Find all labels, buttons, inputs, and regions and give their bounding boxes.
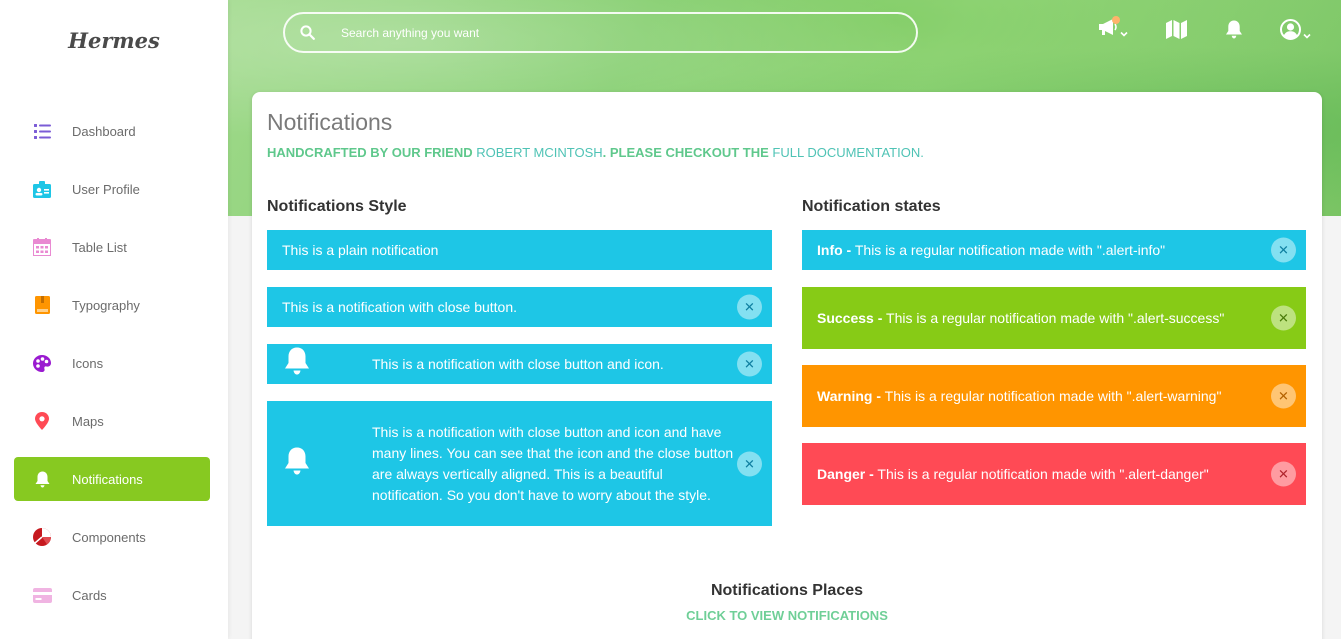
- alert-danger: Danger - This is a regular notification …: [802, 443, 1306, 505]
- alert-success: Success - This is a regular notification…: [802, 287, 1306, 349]
- sidebar-item-dashboard[interactable]: Dashboard: [14, 109, 210, 153]
- sidebar-item-table-list[interactable]: Table List: [14, 225, 210, 269]
- alert-with-close: This is a notification with close button…: [267, 287, 772, 327]
- sidebar-item-icons[interactable]: Icons: [14, 341, 210, 385]
- alert-message: This is a regular notification made with…: [882, 309, 1225, 326]
- alert-label: Info -: [817, 241, 852, 258]
- close-button[interactable]: ✕: [737, 351, 762, 377]
- section-title-styles: Notifications Style: [267, 198, 407, 215]
- alert-text: This is a notification with close button…: [282, 298, 518, 315]
- view-notifications-link[interactable]: CLICK TO VIEW NOTIFICATIONS: [252, 608, 1322, 623]
- chevron-down-icon: [1120, 31, 1128, 37]
- pin-icon: [14, 412, 72, 430]
- sidebar-item-components[interactable]: Components: [14, 515, 210, 559]
- documentation-link[interactable]: FULL DOCUMENTATION.: [772, 145, 923, 160]
- alert-message: This is a regular notification made with…: [873, 465, 1209, 482]
- section-title-places: Notifications Places: [710, 582, 864, 599]
- alert-text: This is a notification with close button…: [372, 423, 734, 503]
- page-subtitle: HANDCRAFTED BY OUR FRIEND ROBERT MCINTOS…: [267, 145, 924, 160]
- bell-icon: [284, 347, 310, 382]
- id-card-icon: [14, 180, 72, 198]
- close-button[interactable]: ✕: [737, 451, 762, 476]
- close-button[interactable]: ✕: [1271, 383, 1296, 409]
- sidebar-item-label: Cards: [72, 587, 107, 603]
- alert-text: This is a plain notification: [282, 241, 439, 258]
- section-title-states: Notification states: [802, 198, 941, 215]
- palette-icon: [14, 354, 72, 372]
- list-icon: [14, 123, 72, 139]
- bell-icon: [1225, 20, 1243, 44]
- sidebar-item-label: Icons: [72, 355, 104, 371]
- brand-logo[interactable]: Hermes: [0, 28, 228, 53]
- alert-warning: Warning - This is a regular notification…: [802, 365, 1306, 427]
- sidebar-item-label: Components: [72, 529, 146, 545]
- alert-message: This is a regular notification made with…: [881, 387, 1222, 404]
- alert-label: Danger -: [817, 465, 874, 482]
- calendar-icon: [14, 238, 72, 256]
- pie-chart-icon: [14, 528, 72, 546]
- alert-text: Info - This is a regular notification ma…: [802, 240, 1242, 261]
- sidebar-item-label: Maps: [72, 413, 104, 429]
- alert-label: Success -: [817, 309, 883, 326]
- notifications-card: Notifications HANDCRAFTED BY OUR FRIEND …: [252, 92, 1322, 639]
- alert-text: Success - This is a regular notification…: [802, 308, 1232, 329]
- search-icon: [285, 25, 329, 40]
- alert-with-icon: This is a notification with close button…: [267, 344, 772, 384]
- map-icon: [1166, 20, 1187, 44]
- sidebar-item-label: Typography: [72, 297, 140, 313]
- author-link[interactable]: ROBERT MCINTOSH: [476, 145, 602, 160]
- user-menu[interactable]: [1280, 19, 1311, 45]
- notification-badge: [1112, 16, 1120, 24]
- close-button[interactable]: ✕: [1271, 237, 1296, 263]
- alert-label: Warning -: [817, 387, 882, 404]
- sidebar-item-label: User Profile: [72, 181, 140, 197]
- megaphone-dropdown[interactable]: [1097, 16, 1128, 41]
- alert-info: Info - This is a regular notification ma…: [802, 230, 1306, 270]
- bell-icon: [284, 446, 310, 481]
- bell-icon: [14, 471, 72, 488]
- map-button[interactable]: [1166, 20, 1187, 44]
- alert-multiline: This is a notification with close button…: [267, 401, 772, 526]
- close-button[interactable]: ✕: [1271, 461, 1296, 487]
- close-button[interactable]: ✕: [1271, 305, 1296, 331]
- megaphone-icon: [1097, 16, 1120, 41]
- alert-text: Danger - This is a regular notification …: [802, 464, 1232, 485]
- sidebar-item-label: Dashboard: [72, 123, 136, 139]
- chevron-down-icon: [1303, 33, 1311, 39]
- search-bar[interactable]: [283, 12, 918, 53]
- alert-text: This is a notification with close button…: [372, 355, 664, 372]
- sidebar: Hermes Dashboard User Profile Table List…: [0, 0, 228, 639]
- subtitle-text: . PLEASE CHECKOUT THE: [602, 145, 769, 160]
- sidebar-item-typography[interactable]: Typography: [14, 283, 210, 327]
- user-icon: [1280, 19, 1301, 45]
- sidebar-item-maps[interactable]: Maps: [14, 399, 210, 443]
- subtitle-text: HANDCRAFTED BY OUR FRIEND: [267, 145, 473, 160]
- close-button[interactable]: ✕: [737, 294, 762, 320]
- bell-button[interactable]: [1225, 20, 1243, 44]
- alert-plain: This is a plain notification: [267, 230, 772, 270]
- sidebar-item-label: Table List: [72, 239, 127, 255]
- search-input[interactable]: [341, 25, 881, 40]
- book-icon: [14, 296, 72, 314]
- card-icon: [14, 587, 72, 603]
- sidebar-item-notifications[interactable]: Notifications: [14, 457, 210, 501]
- alert-text: Warning - This is a regular notification…: [802, 386, 1232, 407]
- sidebar-item-cards[interactable]: Cards: [14, 573, 210, 617]
- sidebar-nav: Dashboard User Profile Table List Typogr…: [14, 109, 210, 631]
- sidebar-item-user-profile[interactable]: User Profile: [14, 167, 210, 211]
- sidebar-item-label: Notifications: [72, 471, 143, 487]
- alert-message: This is a regular notification made with…: [851, 241, 1166, 258]
- page-title: Notifications: [267, 109, 393, 135]
